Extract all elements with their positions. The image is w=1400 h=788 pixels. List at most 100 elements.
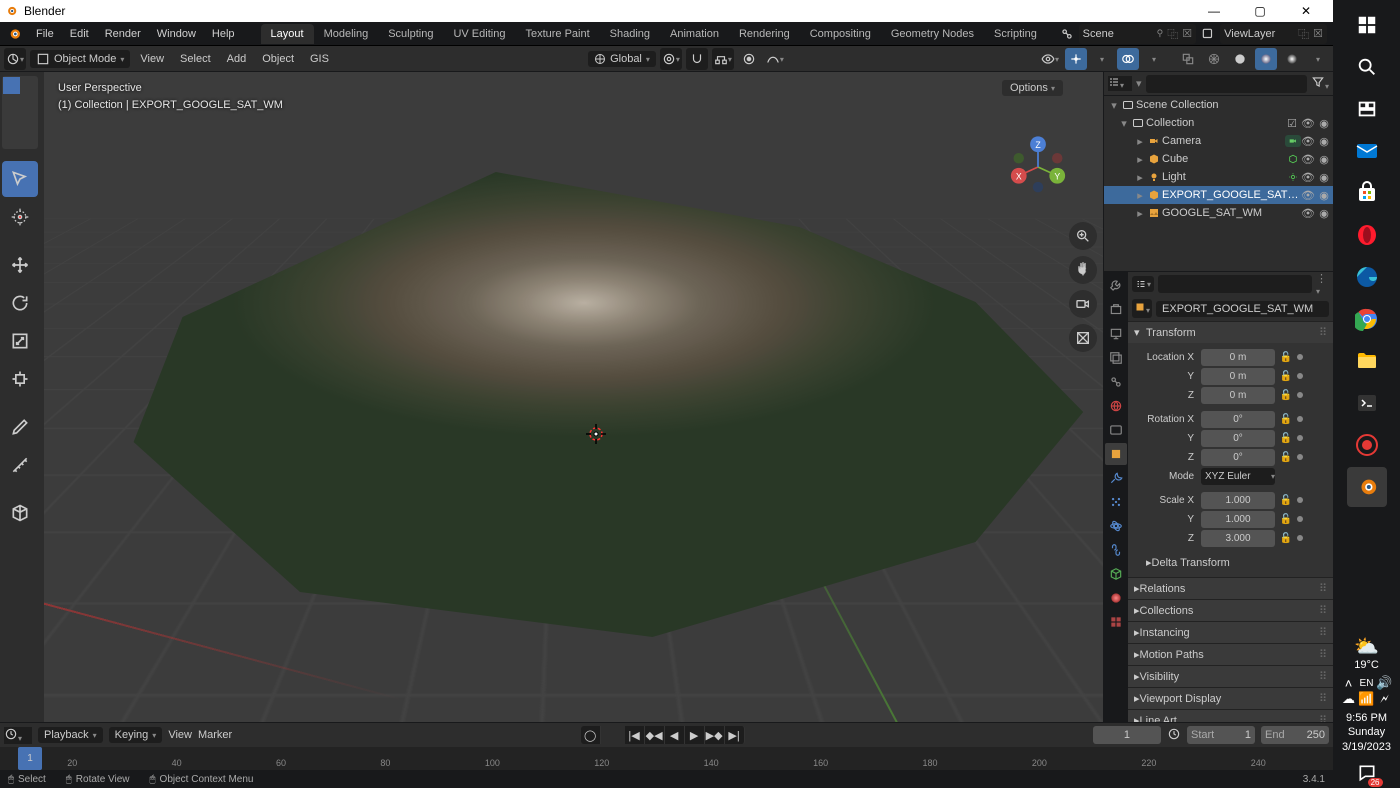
current-frame-field[interactable]: 1 [1093, 726, 1161, 744]
lock-icon[interactable]: 🔓 [1278, 449, 1294, 465]
taskview-button[interactable] [1347, 89, 1387, 129]
outliner-editor-icon[interactable] [1108, 76, 1132, 91]
outliner-search[interactable] [1146, 75, 1307, 93]
zoom-icon[interactable] [1069, 222, 1097, 250]
proptab-render[interactable] [1105, 299, 1127, 321]
timeline-editor-icon[interactable] [4, 727, 32, 744]
props-editor-icon[interactable] [1132, 276, 1154, 292]
outliner-display-icon[interactable]: ▾ [1136, 77, 1142, 90]
timeline-marker[interactable]: Marker [198, 729, 232, 741]
lock-icon[interactable]: 🔓 [1278, 530, 1294, 546]
end-frame-field[interactable]: End250 [1261, 726, 1329, 744]
window-close-button[interactable]: ✕ [1283, 0, 1329, 22]
timeline-track[interactable]: 1 20 40 60 80 100 120 140 160 180 200 22… [0, 747, 1333, 770]
overlay-opts-icon[interactable] [1143, 48, 1165, 70]
snap-target-icon[interactable] [712, 48, 734, 70]
proptab-particles[interactable] [1105, 491, 1127, 513]
workspace-tab-sculpting[interactable]: Sculpting [378, 24, 443, 44]
proportional-edit-icon[interactable] [738, 48, 760, 70]
lock-icon[interactable]: 🔓 [1278, 368, 1294, 384]
battery-icon[interactable]: 🗲 [1376, 691, 1394, 707]
rot-mode-field[interactable]: XYZ Euler [1201, 468, 1275, 485]
workspace-tab-compositing[interactable]: Compositing [800, 24, 881, 44]
eye-icon[interactable]: 👁 [1301, 207, 1315, 220]
shade-solid-icon[interactable] [1229, 48, 1251, 70]
workspace-tab-geonodes[interactable]: Geometry Nodes [881, 24, 984, 44]
tool-rotate[interactable] [2, 285, 38, 321]
proptab-collection[interactable] [1105, 419, 1127, 441]
preview-range-icon[interactable] [1167, 727, 1181, 744]
pan-icon[interactable] [1069, 256, 1097, 284]
panel-relations[interactable]: ▸ Relations⠿ [1128, 578, 1333, 599]
shade-wire-icon[interactable] [1203, 48, 1225, 70]
workspace-tab-layout[interactable]: Layout [261, 24, 314, 44]
header-view[interactable]: View [134, 53, 170, 65]
loc-z-field[interactable]: 0 m [1201, 387, 1275, 404]
rot-y-field[interactable]: 0° [1201, 430, 1275, 447]
opera-app-icon[interactable] [1347, 215, 1387, 255]
proptab-physics[interactable] [1105, 515, 1127, 537]
workspace-tab-texturepaint[interactable]: Texture Paint [515, 24, 599, 44]
new-scene-icon[interactable]: ☒ [1182, 27, 1192, 40]
render-icon[interactable]: ◉ [1317, 117, 1331, 130]
nav-gizmo[interactable]: X Y Z [1003, 132, 1073, 202]
viewlayer-field[interactable]: ⿻ ☒ [1220, 24, 1327, 44]
scale-x-field[interactable]: 1.000 [1201, 492, 1275, 509]
lang-icon[interactable]: EN [1358, 675, 1376, 691]
lock-icon[interactable]: 🔓 [1278, 349, 1294, 365]
keyframe-dot[interactable] [1297, 535, 1303, 541]
proptab-viewlayer[interactable] [1105, 347, 1127, 369]
scene-browse-icon[interactable] [1057, 24, 1077, 44]
tool-cursor[interactable] [2, 199, 38, 235]
proptab-object[interactable] [1105, 443, 1127, 465]
workspace-tab-rendering[interactable]: Rendering [729, 24, 800, 44]
keyframe-dot[interactable] [1297, 354, 1303, 360]
gizmo-toggle-icon[interactable] [1065, 48, 1087, 70]
eye-icon[interactable]: 👁 [1301, 117, 1315, 130]
shade-render-icon[interactable] [1281, 48, 1303, 70]
pin-icon[interactable]: ⚲ [1157, 28, 1164, 39]
header-select[interactable]: Select [174, 53, 217, 65]
weather-widget[interactable]: ⛅ 19°C [1354, 630, 1379, 675]
search-button[interactable] [1347, 47, 1387, 87]
chrome-app-icon[interactable] [1347, 299, 1387, 339]
visibility-toggle-icon[interactable] [1039, 48, 1061, 70]
keyframe-dot[interactable] [1297, 392, 1303, 398]
render-icon[interactable]: ◉ [1317, 207, 1331, 220]
proptab-constraint[interactable] [1105, 539, 1127, 561]
eye-icon[interactable]: 👁 [1301, 171, 1315, 184]
eye-icon[interactable]: 👁 [1301, 189, 1315, 202]
timeline-keying[interactable]: Keying [109, 727, 163, 743]
explorer-app-icon[interactable] [1347, 341, 1387, 381]
tool-move[interactable] [2, 247, 38, 283]
copy-layer-icon[interactable]: ⿻ [1298, 26, 1309, 42]
scale-z-field[interactable]: 3.000 [1201, 530, 1275, 547]
rot-z-field[interactable]: 0° [1201, 449, 1275, 466]
pivot-icon[interactable] [660, 48, 682, 70]
play-rev-icon[interactable]: ◀ [665, 726, 685, 744]
chevron-up-icon[interactable]: ˄ [1340, 675, 1358, 691]
tool-select-box[interactable] [2, 161, 38, 197]
3d-viewport[interactable]: User Perspective (1) Collection | EXPORT… [44, 72, 1103, 722]
viewport-options-button[interactable]: Options [1002, 80, 1063, 96]
play-icon[interactable]: ▶ [685, 726, 705, 744]
jump-start-icon[interactable]: |◀ [625, 726, 645, 744]
lock-icon[interactable]: 🔓 [1278, 411, 1294, 427]
taskbar-clock[interactable]: 9:56 PM Sunday 3/19/2023 [1342, 707, 1391, 758]
mail-app-icon[interactable] [1347, 131, 1387, 171]
window-maximize-button[interactable]: ▢ [1237, 0, 1283, 22]
tool-scale[interactable] [2, 323, 38, 359]
scene-field[interactable]: ⚲ ⿻ ☒ [1079, 24, 1196, 44]
outliner-item-cube[interactable]: ▸ Cube 👁◉ [1104, 150, 1333, 168]
panel-visibility[interactable]: ▸ Visibility⠿ [1128, 666, 1333, 687]
header-gis[interactable]: GIS [304, 53, 335, 65]
tool-transform[interactable] [2, 361, 38, 397]
menu-window[interactable]: Window [149, 22, 204, 46]
panel-delta-transform[interactable]: ▸ Delta Transform [1132, 552, 1329, 573]
outliner-item-export[interactable]: ▸ EXPORT_GOOGLE_SAT_WM 👁◉ [1104, 186, 1333, 204]
overlay-toggle-icon[interactable] [1117, 48, 1139, 70]
mode-selector[interactable]: Object Mode [30, 50, 130, 68]
props-options-icon[interactable]: ⋮ [1316, 272, 1329, 297]
loc-y-field[interactable]: 0 m [1201, 368, 1275, 385]
delete-layer-icon[interactable]: ☒ [1313, 27, 1323, 40]
